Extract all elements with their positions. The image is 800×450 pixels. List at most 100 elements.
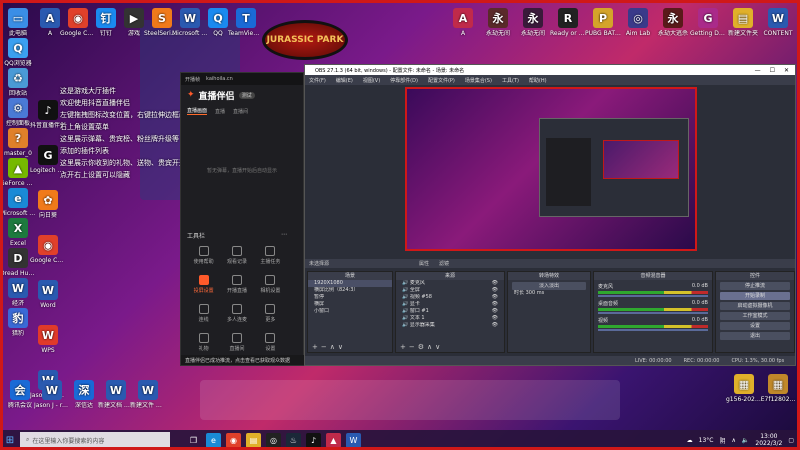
volume-icon[interactable]: 🔈: [742, 437, 749, 444]
maximize-icon[interactable]: ☐: [770, 67, 775, 74]
eye-icon[interactable]: 👁: [492, 280, 498, 287]
menu-item[interactable]: 文件(F): [309, 77, 326, 84]
control-button[interactable]: 启动虚拟摄像机: [720, 302, 790, 310]
tool-button[interactable]: 观看记录: [220, 246, 253, 265]
tool-button[interactable]: 主播任务: [254, 246, 287, 265]
obs-icon[interactable]: ◎: [266, 432, 281, 448]
desktop-icon[interactable]: W Word: [30, 280, 66, 309]
desktop-icon[interactable]: W 新建文件 Microsoft: [130, 380, 166, 409]
control-button[interactable]: 设置: [720, 322, 790, 330]
desktop-icon[interactable]: 会腾讯会议: [2, 380, 38, 409]
desktop-icon[interactable]: W 新建文档 WeGame: [98, 380, 134, 409]
chrome-icon[interactable]: ◉: [226, 432, 241, 448]
desktop-icon[interactable]: 深深信达: [66, 380, 102, 409]
live-companion-window[interactable]: 开播帧 kaihoila.cn ✦ 直播伴侣 测试 直播画面 直播 直播间 暂无…: [180, 72, 351, 366]
sources-dock-controls[interactable]: +−⚙∧∨: [400, 343, 443, 351]
close-icon[interactable]: ✕: [784, 67, 789, 74]
obs-window[interactable]: OBS 27.1.3 (64 bit, windows) - 配置文件: 未命名…: [304, 64, 796, 366]
source-item[interactable]: 🔊 显卡 👁: [396, 301, 504, 308]
toolbox-more-icon[interactable]: ⋯: [281, 231, 287, 240]
folder-icon[interactable]: ▤: [246, 432, 261, 448]
desktop-icon[interactable]: ✿ 向日葵: [30, 190, 66, 219]
menu-item[interactable]: 场景集合(S): [465, 77, 492, 84]
scene-item[interactable]: 小窗口: [308, 308, 392, 315]
scene-item[interactable]: 横屏: [308, 301, 392, 308]
scene-item[interactable]: 暂停: [308, 294, 392, 301]
desktop-icon[interactable]: 永永劫无间: [480, 8, 516, 37]
obs-preview[interactable]: [405, 87, 697, 251]
clock[interactable]: 13:00 2022/3/2: [755, 433, 782, 447]
menu-item[interactable]: 停靠部件(D): [390, 77, 418, 84]
desktop-icon[interactable]: ▭ 此电脑: [0, 8, 36, 37]
eye-icon[interactable]: 👁: [492, 301, 498, 308]
properties-button[interactable]: 属性: [419, 260, 429, 267]
eye-icon[interactable]: 👁: [492, 308, 498, 315]
task-view-icon[interactable]: ❐: [186, 433, 201, 448]
desktop-icon[interactable]: ♻ 回收站: [0, 68, 36, 97]
duration-value[interactable]: 300 ms: [526, 290, 545, 296]
control-button[interactable]: 工作室模式: [720, 312, 790, 320]
control-button[interactable]: 停止推流: [720, 282, 790, 290]
volume-slider[interactable]: [598, 295, 708, 297]
transition-select[interactable]: 淡入淡出: [512, 282, 586, 290]
desktop-icon[interactable]: ▤ 新建文件夹: [725, 8, 761, 37]
taskbar-search[interactable]: ⌕ 在这里输入你要搜索的内容: [20, 432, 170, 448]
tool-button[interactable]: 相机设置: [254, 275, 287, 294]
desktop-icon[interactable]: T TeamViewer: [228, 8, 264, 37]
desktop-icon[interactable]: 永永劫大逃杀: [655, 8, 691, 37]
chevron-up-icon[interactable]: ∧: [731, 437, 735, 444]
desktop-icon[interactable]: W WPS: [30, 325, 66, 354]
minimize-icon[interactable]: —: [755, 67, 761, 74]
eye-icon[interactable]: 👁: [492, 294, 498, 301]
douyin-icon[interactable]: ♪: [306, 432, 321, 448]
control-button[interactable]: 开始录制: [720, 292, 790, 300]
tool-button[interactable]: 直播间: [220, 333, 253, 352]
tool-button[interactable]: 使用帮助: [187, 246, 220, 265]
tool-button[interactable]: 开播直播: [220, 275, 253, 294]
notification-icon[interactable]: ▢: [788, 437, 794, 444]
tool-button[interactable]: 设置: [254, 333, 287, 352]
tool-button[interactable]: 多人连麦: [220, 304, 253, 323]
menu-item[interactable]: 配置文件(P): [428, 77, 455, 84]
edge-icon[interactable]: e: [206, 432, 221, 448]
source-item[interactable]: 🔊 全屏 👁: [396, 287, 504, 294]
scene-item[interactable]: 横屏比例（824:3）: [308, 287, 392, 294]
steam-icon[interactable]: ♨: [286, 432, 301, 448]
source-item[interactable]: 🔊 窗口 #1 👁: [396, 308, 504, 315]
start-button[interactable]: ⊞: [0, 430, 20, 450]
source-item[interactable]: 🔊 麦克风 👁: [396, 280, 504, 287]
tab-1[interactable]: 直播: [215, 108, 225, 115]
desktop-icon[interactable]: G Getting Dance of F...: [690, 8, 726, 37]
desktop-icon[interactable]: 永永劫无间: [515, 8, 551, 37]
desktop-icon[interactable]: ▦ g156-2022...: [726, 374, 762, 403]
menu-item[interactable]: 工具(T): [502, 77, 519, 84]
tab-0[interactable]: 直播画面: [187, 107, 208, 115]
tool-button[interactable]: 连线: [187, 304, 220, 323]
word-icon[interactable]: W: [346, 432, 361, 448]
tool-button[interactable]: 更多: [254, 304, 287, 323]
source-item[interactable]: 🔊 文本 1 👁: [396, 315, 504, 322]
filters-button[interactable]: 滤镜: [439, 260, 449, 267]
desktop-icon[interactable]: ▦ E7f12802...: [760, 374, 796, 403]
volume-slider[interactable]: [598, 329, 708, 331]
scene-item[interactable]: 1920X1080: [308, 280, 392, 287]
desktop-icon[interactable]: R Ready or Not: [550, 8, 586, 37]
desktop-icon[interactable]: ◉ Google Chrome: [30, 235, 66, 264]
desktop-icon[interactable]: ◎ Aim Lab: [620, 8, 656, 37]
tab-2[interactable]: 直播间: [233, 108, 248, 115]
menu-item[interactable]: 编辑(E): [336, 77, 353, 84]
desktop-icon[interactable]: Q QQ浏览器: [0, 38, 36, 67]
desktop-icon[interactable]: AA: [445, 8, 481, 37]
menu-item[interactable]: 视图(V): [363, 77, 380, 84]
source-item[interactable]: 🔊 显示器采集 👁: [396, 322, 504, 329]
menu-item[interactable]: 帮助(H): [529, 77, 547, 84]
eye-icon[interactable]: 👁: [492, 315, 498, 322]
source-item[interactable]: 🔊 视频 #58 👁: [396, 294, 504, 301]
desktop-icon[interactable]: P PUBG BATTLEGR...: [585, 8, 621, 37]
tool-button[interactable]: 礼物: [187, 333, 220, 352]
scenes-dock-controls[interactable]: +−∧∨: [312, 343, 346, 351]
eye-icon[interactable]: 👁: [492, 322, 498, 329]
desktop-icon[interactable]: W Jason J - revised...: [34, 380, 70, 409]
volume-slider[interactable]: [598, 312, 708, 314]
weather-temp[interactable]: 13°C: [699, 437, 714, 444]
